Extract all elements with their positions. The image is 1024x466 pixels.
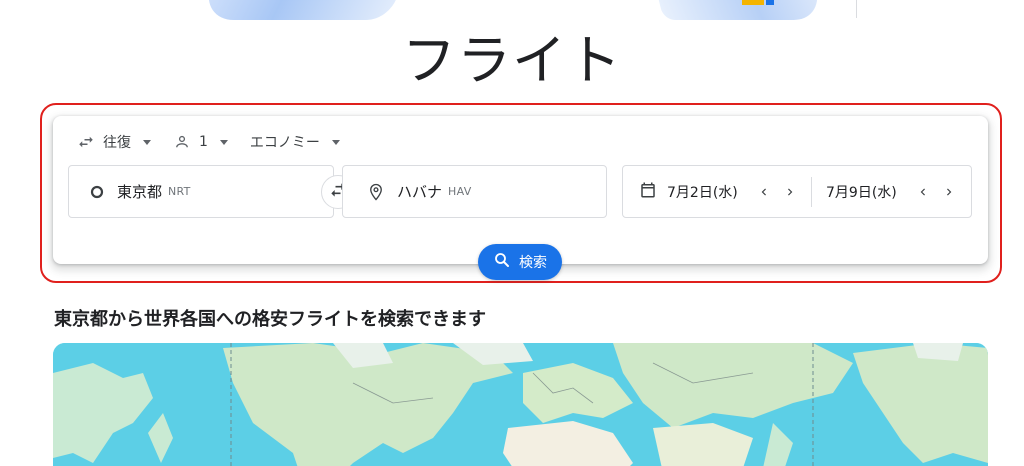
passengers-dropdown[interactable]: 1 (173, 133, 228, 151)
chevron-down-icon (219, 139, 228, 145)
origin-code: NRT (168, 185, 191, 198)
depart-next-button[interactable] (777, 179, 803, 205)
origin-field[interactable]: 東京都 NRT (68, 165, 334, 218)
return-next-button[interactable] (936, 179, 962, 205)
trip-type-dropdown[interactable]: 往復 (77, 132, 151, 152)
chevron-right-icon (788, 188, 793, 195)
search-icon (493, 251, 511, 273)
world-map[interactable] (53, 343, 988, 466)
world-map-graphic (53, 343, 988, 466)
chevron-down-icon (331, 139, 340, 145)
trip-type-label: 往復 (103, 135, 131, 151)
depart-date-label: 7月2日(水) (667, 184, 738, 201)
cabin-class-dropdown[interactable]: エコノミー (250, 132, 340, 152)
destination-field[interactable]: ハバナ HAV (342, 165, 607, 218)
destination-city: ハバナ (397, 183, 443, 201)
chevron-left-icon (920, 188, 925, 195)
swap-horiz-icon (77, 133, 95, 151)
chevron-down-icon (143, 139, 151, 145)
depart-date[interactable]: 7月2日(水) (639, 181, 751, 203)
chevron-right-icon (947, 188, 952, 195)
depart-prev-button[interactable] (751, 179, 777, 205)
section-heading: 東京都から世界各国への格安フライトを検索できます (54, 309, 486, 330)
date-range-field: 7月2日(水) 7月9日(水) (622, 165, 972, 218)
search-form: 往復 1 エコノミー 東京都 NRT ハバナ HAV 7月2日(水) 7月9日(… (53, 116, 988, 264)
search-button[interactable]: 検索 (478, 244, 562, 280)
chevron-left-icon (761, 188, 766, 195)
date-divider (811, 176, 812, 207)
passengers-count: 1 (199, 134, 208, 150)
search-button-label: 検索 (519, 255, 547, 271)
destination-code: HAV (448, 185, 472, 198)
search-options: 往復 1 エコノミー (77, 132, 340, 152)
return-date[interactable]: 7月9日(水) (826, 182, 910, 202)
circle-outline-icon (89, 184, 105, 200)
origin-city: 東京都 (117, 183, 163, 201)
page-title: フライト (402, 29, 622, 92)
location-pin-icon (367, 183, 385, 201)
return-date-label: 7月9日(水) (826, 184, 897, 201)
return-prev-button[interactable] (910, 179, 936, 205)
cabin-class-label: エコノミー (249, 135, 320, 151)
person-outline-icon (173, 133, 191, 151)
calendar-icon (639, 181, 657, 203)
